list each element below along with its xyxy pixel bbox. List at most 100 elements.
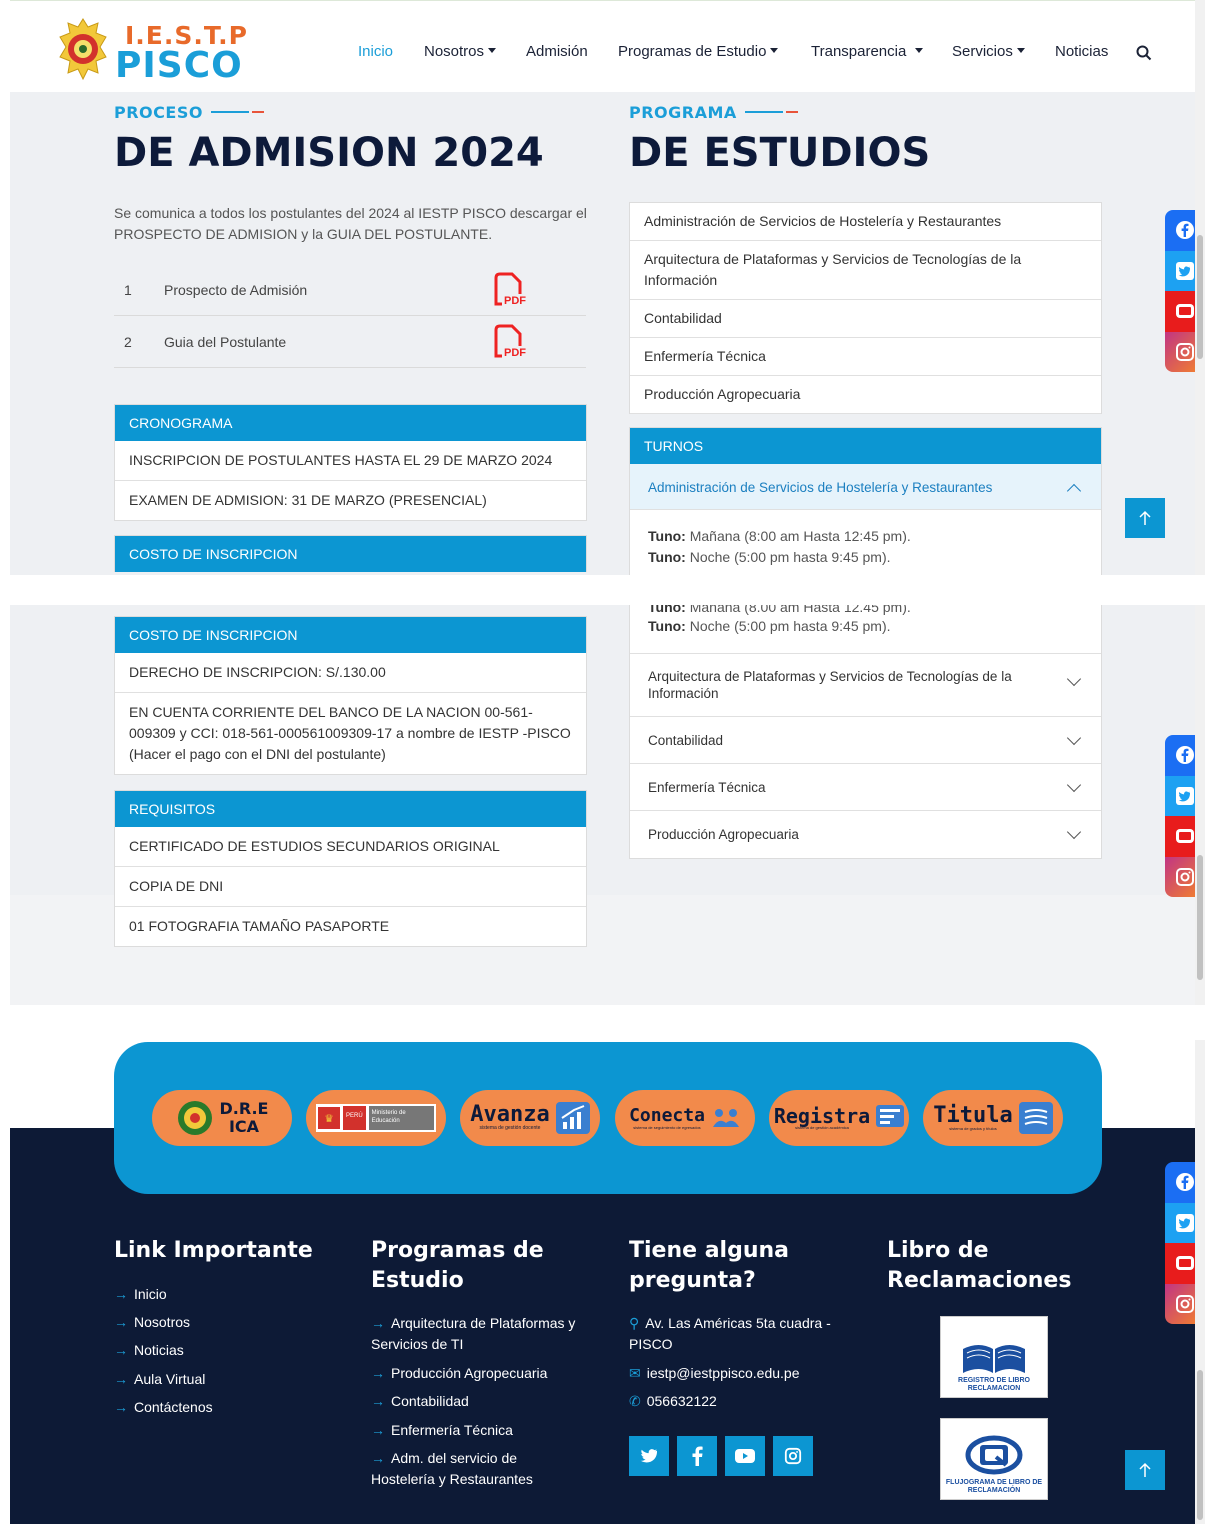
- partner-avanza[interactable]: Avanza sistema de gestión docente: [460, 1090, 600, 1146]
- doc-number: 1: [124, 282, 132, 298]
- caret-down-icon: [1016, 48, 1025, 53]
- footer-link[interactable]: → Noticias: [114, 1340, 184, 1361]
- footer-phone[interactable]: ✆ 056632122: [629, 1391, 717, 1412]
- footer-link[interactable]: → Contáctenos: [114, 1397, 213, 1418]
- scrollbar[interactable]: [1195, 605, 1205, 1005]
- scrollbar-thumb[interactable]: [1197, 855, 1203, 980]
- accordion-item-contabilidad[interactable]: Contabilidad: [630, 717, 1101, 764]
- nav-transparencia[interactable]: Transparencia: [811, 43, 923, 60]
- footer-link-label: Enfermería Técnica: [391, 1422, 513, 1438]
- partner-titula[interactable]: Titula sistema de grados y títulos: [923, 1090, 1063, 1146]
- footer-contact-title: Tiene alguna pregunta?: [629, 1238, 790, 1293]
- nav-inicio[interactable]: Inicio: [358, 43, 393, 60]
- peru-shield-icon: ♛: [318, 1107, 340, 1129]
- footer-prog-link[interactable]: → Adm. del servicio de Hostelería y Resta…: [371, 1448, 571, 1490]
- programa-eyebrow-text: PROGRAMA: [629, 103, 737, 122]
- accordion-item-produccion[interactable]: Producción Agropecuaria: [630, 811, 1101, 858]
- arrow-right-icon: →: [371, 1393, 385, 1409]
- svg-text:PDF: PDF: [504, 295, 526, 307]
- search-icon[interactable]: [1136, 45, 1152, 61]
- chevron-down-icon: [1066, 824, 1082, 840]
- arrow-right-icon: →: [371, 1450, 385, 1466]
- chevron-down-icon: [1066, 671, 1082, 687]
- requisitos-header: REQUISITOS: [115, 791, 586, 827]
- footer-link[interactable]: → Nosotros: [114, 1312, 190, 1333]
- titula-text: Titula sistema de grados y títulos: [933, 1104, 1012, 1131]
- scrollbar[interactable]: [1195, 1040, 1205, 1524]
- cronograma-row: EXAMEN DE ADMISION: 31 DE MARZO (PRESENC…: [115, 480, 586, 520]
- logo-emblem-icon[interactable]: [58, 17, 108, 83]
- cronograma-box: CRONOGRAMA INSCRIPCION DE POSTULANTES HA…: [114, 404, 587, 521]
- nav-programas-label: Programas de Estudio: [618, 43, 767, 60]
- partner-name: Avanza: [470, 1102, 550, 1127]
- turnos-box-continued: Tuno: Mañana (8.00 am Hasta 12.45 pm). T…: [629, 605, 1102, 859]
- scrollbar[interactable]: [1195, 0, 1205, 575]
- accordion-item-hosteleria[interactable]: Administración de Servicios de Hostelerí…: [630, 464, 1101, 510]
- programa-item[interactable]: Enfermería Técnica: [630, 338, 1101, 376]
- partner-registra[interactable]: Registra sistema de gestión académica: [769, 1090, 909, 1146]
- logo-text-main[interactable]: PISCO: [115, 45, 243, 86]
- admision-intro: Se comunica a todos los postulantes del …: [114, 205, 587, 242]
- footer-email[interactable]: ✉ iestp@iestppisco.edu.pe: [629, 1363, 799, 1384]
- minedu-logo: ♛ PERÚ Ministerio de Educación: [316, 1104, 436, 1132]
- footer-link[interactable]: → Inicio: [114, 1284, 167, 1305]
- accordion-body: Tuno: Mañana (8:00 am Hasta 12:45 pm). T…: [630, 510, 1101, 575]
- programa-item[interactable]: Administración de Servicios de Hostelerí…: [630, 203, 1101, 241]
- peru-label: PERÚ: [343, 1106, 366, 1130]
- footer-prog-link[interactable]: → Contabilidad: [371, 1391, 469, 1412]
- scrollbar-thumb[interactable]: [1197, 235, 1203, 359]
- costo-header: COSTO DE INSCRIPCION: [115, 617, 586, 653]
- partner-sub: sistema de grados y títulos: [949, 1125, 997, 1131]
- nav-nosotros[interactable]: Nosotros: [424, 43, 497, 60]
- partners-banner: D.R.E ICA ♛ PERÚ Ministerio de Educación …: [114, 1042, 1102, 1194]
- youtube-icon: [735, 1449, 755, 1463]
- accordion-body: Tuno: Mañana (8.00 am Hasta 12.45 pm). T…: [630, 605, 1101, 653]
- footer-twitter-button[interactable]: [629, 1436, 669, 1476]
- pdf-icon[interactable]: PDF: [492, 272, 528, 308]
- flujograma-libro-link[interactable]: FLUJOGRAMA DE LIBRO DE RECLAMACIÓN: [940, 1418, 1048, 1500]
- programa-item[interactable]: Producción Agropecuaria: [630, 376, 1101, 414]
- back-to-top-button[interactable]: [1125, 1450, 1165, 1490]
- nav-noticias[interactable]: Noticias: [1055, 43, 1108, 60]
- chevron-up-icon: [1066, 483, 1082, 499]
- footer-address: ⚲ Av. Las Américas 5ta cuadra - PISCO: [629, 1313, 859, 1355]
- footer-prog-link[interactable]: → Enfermería Técnica: [371, 1420, 513, 1441]
- partner-dre-ica[interactable]: D.R.E ICA: [152, 1090, 292, 1146]
- back-to-top-button[interactable]: [1125, 498, 1165, 538]
- doc-label: Prospecto de Admisión: [164, 282, 308, 298]
- turno-label: Tuno:: [648, 605, 686, 615]
- email-text: iestp@iestppisco.edu.pe: [646, 1365, 800, 1381]
- partner-conecta[interactable]: Conecta sistema de seguimiento de egresad…: [615, 1090, 755, 1146]
- partner-name: D.R.E: [219, 1099, 269, 1118]
- turno-manana-cut: Tuno: Mañana (8.00 am Hasta 12.45 pm).: [648, 605, 1083, 616]
- turno-value: Noche (5:00 pm hasta 9:45 pm).: [689, 618, 891, 634]
- turno-manana: Tuno: Mañana (8:00 am Hasta 12:45 pm).: [648, 526, 1083, 547]
- turno-value: Mañana (8.00 am Hasta 12.45 pm).: [689, 605, 911, 615]
- footer-facebook-button[interactable]: [677, 1436, 717, 1476]
- programa-item[interactable]: Arquitectura de Plataformas y Servicios …: [630, 241, 1101, 300]
- nav-admision[interactable]: Admisión: [526, 43, 588, 60]
- conecta-text: Conecta sistema de seguimiento de egresad…: [629, 1106, 705, 1130]
- footer-link[interactable]: → Aula Virtual: [114, 1369, 205, 1390]
- people-connect-icon: [712, 1109, 739, 1127]
- doc-row: 1 Prospecto de Admisión PDF: [114, 264, 586, 316]
- nav-programas[interactable]: Programas de Estudio: [618, 43, 779, 60]
- pdf-icon[interactable]: PDF: [492, 324, 528, 360]
- arrow-right-icon: →: [114, 1314, 128, 1330]
- partner-minedu[interactable]: ♛ PERÚ Ministerio de Educación: [306, 1090, 446, 1146]
- turno-label: Tuno:: [648, 618, 686, 634]
- turnos-header: TURNOS: [630, 428, 1101, 464]
- nav-servicios[interactable]: Servicios: [952, 43, 1025, 60]
- footer-prog-link[interactable]: → Arquitectura de Plataformas y Servicios…: [371, 1313, 591, 1355]
- footer-instagram-button[interactable]: [773, 1436, 813, 1476]
- turno-noche: Tuno: Noche (5:00 pm hasta 9:45 pm).: [648, 616, 1083, 637]
- turno-noche: Tuno: Noche (5:00 pm hasta 9:45 pm).: [648, 547, 1083, 568]
- footer-link-label: Contáctenos: [134, 1399, 213, 1415]
- accordion-item-arquitectura[interactable]: Arquitectura de Plataformas y Servicios …: [630, 653, 1101, 717]
- programa-item[interactable]: Contabilidad: [630, 300, 1101, 338]
- footer-youtube-button[interactable]: [725, 1436, 765, 1476]
- registro-libro-reclamacion-link[interactable]: REGISTRO DE LIBRO RECLAMACION: [940, 1316, 1048, 1398]
- footer-prog-link[interactable]: → Producción Agropecuaria: [371, 1363, 547, 1384]
- accordion-item-enfermeria[interactable]: Enfermería Técnica: [630, 764, 1101, 811]
- scrollbar-thumb[interactable]: [1197, 1370, 1203, 1520]
